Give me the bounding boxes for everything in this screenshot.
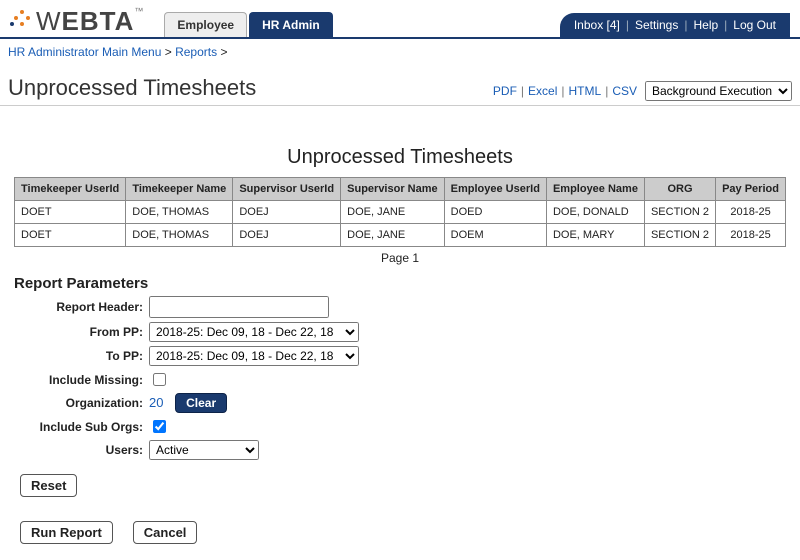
logo-dots-icon: [10, 10, 34, 34]
role-tabs: Employee HR Admin: [164, 12, 332, 37]
label-organization: Organization:: [14, 396, 149, 410]
col-pp: Pay Period: [716, 178, 786, 201]
table-row: DOETDOE, THOMASDOEJDOE, JANEDOEMDOE, MAR…: [15, 224, 786, 247]
timesheets-table: Timekeeper UserId Timekeeper Name Superv…: [14, 177, 786, 247]
table-row: DOETDOE, THOMASDOEJDOE, JANEDOEDDOE, DON…: [15, 201, 786, 224]
label-to-pp: To PP:: [14, 349, 149, 363]
nav-settings[interactable]: Settings: [635, 18, 678, 32]
label-include-missing: Include Missing:: [14, 373, 149, 387]
report-title: Unprocessed Timesheets: [14, 146, 786, 169]
report-header-input[interactable]: [149, 296, 329, 318]
col-emp-uid: Employee UserId: [444, 178, 546, 201]
background-execution-select[interactable]: Background Execution: [645, 81, 792, 101]
include-sub-orgs-checkbox[interactable]: [153, 420, 166, 433]
col-sup-name: Supervisor Name: [341, 178, 445, 201]
export-html[interactable]: HTML: [569, 84, 602, 98]
col-emp-name: Employee Name: [546, 178, 644, 201]
report-parameters-title: Report Parameters: [14, 275, 786, 292]
label-users: Users:: [14, 443, 149, 457]
col-org: ORG: [644, 178, 715, 201]
nav-logout[interactable]: Log Out: [733, 18, 776, 32]
nav-help[interactable]: Help: [693, 18, 718, 32]
export-excel[interactable]: Excel: [528, 84, 557, 98]
col-tk-name: Timekeeper Name: [126, 178, 233, 201]
tab-hr-admin[interactable]: HR Admin: [249, 12, 333, 37]
organization-value: 20: [149, 395, 163, 410]
page-title: Unprocessed Timesheets: [8, 75, 256, 101]
run-report-button[interactable]: Run Report: [20, 521, 113, 544]
breadcrumb-main[interactable]: HR Administrator Main Menu: [8, 45, 161, 59]
app-logo: WEBTA™: [10, 6, 144, 37]
pager: Page 1: [14, 251, 786, 265]
col-tk-uid: Timekeeper UserId: [15, 178, 126, 201]
from-pp-select[interactable]: 2018-25: Dec 09, 18 - Dec 22, 18: [149, 322, 359, 342]
label-include-sub-orgs: Include Sub Orgs:: [14, 420, 149, 434]
cancel-button[interactable]: Cancel: [133, 521, 198, 544]
clear-button[interactable]: Clear: [175, 393, 227, 413]
export-pdf[interactable]: PDF: [493, 84, 517, 98]
label-from-pp: From PP:: [14, 325, 149, 339]
nav-inbox[interactable]: Inbox [4]: [574, 18, 620, 32]
label-report-header: Report Header:: [14, 300, 149, 314]
include-missing-checkbox[interactable]: [153, 373, 166, 386]
col-sup-uid: Supervisor UserId: [233, 178, 341, 201]
breadcrumb-reports[interactable]: Reports: [175, 45, 217, 59]
export-links: PDF| Excel| HTML| CSV Background Executi…: [493, 81, 792, 101]
users-select[interactable]: Active: [149, 440, 259, 460]
top-nav: Inbox [4]| Settings| Help| Log Out: [560, 13, 790, 37]
export-csv[interactable]: CSV: [612, 84, 637, 98]
tab-employee[interactable]: Employee: [164, 12, 247, 37]
reset-button[interactable]: Reset: [20, 474, 77, 497]
breadcrumb: HR Administrator Main Menu > Reports >: [0, 39, 800, 65]
to-pp-select[interactable]: 2018-25: Dec 09, 18 - Dec 22, 18: [149, 346, 359, 366]
app-header: WEBTA™ Employee HR Admin Inbox [4]| Sett…: [0, 0, 800, 39]
